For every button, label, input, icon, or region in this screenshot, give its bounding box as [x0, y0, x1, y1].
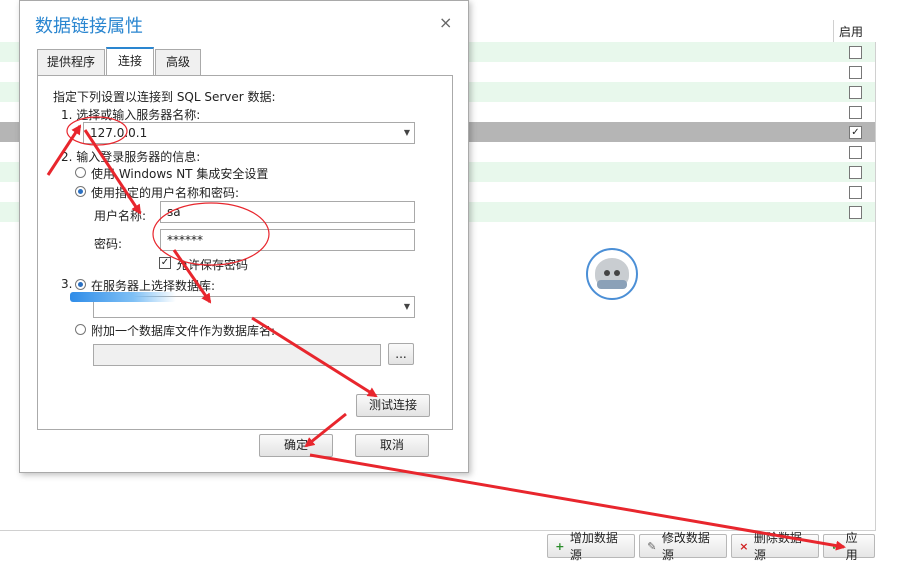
test-connection-button[interactable]: 测试连接 [356, 394, 430, 417]
close-icon[interactable]: × [439, 13, 452, 32]
cancel-button[interactable]: 取消 [355, 434, 429, 457]
avatar-eye-left [604, 270, 610, 276]
chevron-down-icon[interactable]: ▼ [404, 123, 410, 143]
edit-datasource-button[interactable]: ✎ 修改数据源 [639, 531, 727, 562]
add-datasource-button[interactable]: + 增加数据源 [547, 531, 635, 562]
username-input[interactable]: sa [160, 201, 415, 223]
windows-nt-label: 使用 Windows NT 集成安全设置 [91, 167, 269, 181]
redacted-database-name [70, 292, 176, 302]
password-input[interactable]: ****** [160, 229, 415, 251]
chevron-down-icon[interactable]: ▼ [404, 297, 410, 317]
connection-tab-panel: 指定下列设置以连接到 SQL Server 数据: 1. 选择或输入服务器名称:… [37, 75, 453, 430]
data-link-properties-dialog: 数据链接属性 × 提供程序 连接 高级 指定下列设置以连接到 SQL Serve… [19, 0, 469, 473]
enabled-checkbox[interactable] [849, 206, 862, 219]
tab-connection[interactable]: 连接 [106, 47, 154, 75]
server-name-combo[interactable]: 127.0.0.1 ▼ [83, 122, 415, 144]
avatar-scarf [597, 280, 627, 289]
apply-check-icon: ✓ [831, 539, 841, 553]
allow-save-password-label: 允许保存密码 [176, 258, 249, 272]
delete-datasource-button[interactable]: × 删除数据源 [731, 531, 819, 562]
select-database-radio[interactable] [75, 279, 86, 290]
apply-label: 应用 [845, 531, 858, 562]
enabled-column-header[interactable]: 启用 [833, 20, 876, 43]
allow-save-password-checkbox[interactable]: ✓ [159, 257, 171, 269]
enabled-checkbox[interactable] [849, 86, 862, 99]
edit-icon: ✎ [647, 539, 657, 553]
enabled-checkbox[interactable] [849, 46, 862, 59]
browse-button[interactable]: ... [388, 343, 414, 365]
dialog-title: 数据链接属性 [35, 16, 143, 37]
step3-number: 3. [61, 277, 73, 291]
enabled-checkbox[interactable] [849, 146, 862, 159]
delete-icon: × [739, 539, 749, 553]
enabled-checkbox[interactable] [849, 106, 862, 119]
attach-db-input[interactable] [93, 344, 381, 366]
tab-advanced[interactable]: 高级 [155, 49, 201, 75]
attach-db-label: 附加一个数据库文件作为数据库名: [91, 324, 276, 338]
avatar-icon [586, 248, 638, 300]
apply-button[interactable]: ✓ 应用 [823, 531, 875, 562]
delete-datasource-label: 删除数据源 [753, 531, 802, 562]
add-datasource-label: 增加数据源 [569, 531, 618, 562]
enabled-checkbox[interactable] [849, 166, 862, 179]
tab-provider[interactable]: 提供程序 [37, 49, 105, 75]
username-label: 用户名称: [94, 209, 147, 223]
specific-user-radio[interactable] [75, 186, 86, 197]
step2-label: 2. 输入登录服务器的信息: [61, 150, 201, 164]
attach-db-radio[interactable] [75, 324, 86, 335]
avatar-eye-right [614, 270, 620, 276]
enabled-column-label: 启用 [839, 25, 864, 39]
enabled-checkbox[interactable] [849, 186, 862, 199]
edit-datasource-label: 修改数据源 [661, 531, 710, 562]
step1-label: 1. 选择或输入服务器名称: [61, 108, 201, 122]
password-label: 密码: [94, 237, 123, 251]
instructions-text: 指定下列设置以连接到 SQL Server 数据: [53, 90, 276, 104]
ok-button[interactable]: 确定 [259, 434, 333, 457]
enabled-checkbox[interactable]: ✓ [849, 126, 862, 139]
windows-nt-radio[interactable] [75, 167, 86, 178]
add-icon: + [555, 539, 565, 553]
specific-user-label: 使用指定的用户名称和密码: [91, 186, 240, 200]
enabled-checkbox[interactable] [849, 66, 862, 79]
server-name-value: 127.0.0.1 [90, 126, 148, 140]
